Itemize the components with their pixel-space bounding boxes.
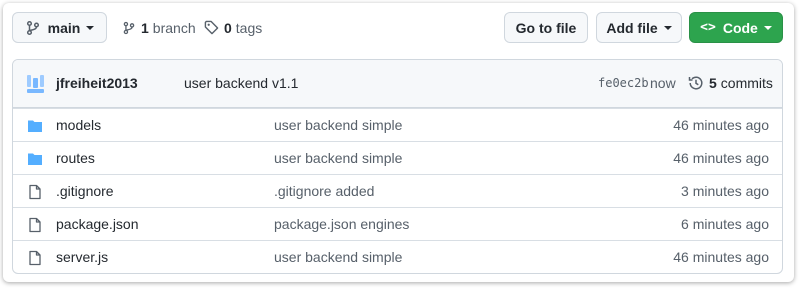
commit-time: now xyxy=(650,75,676,91)
file-commit-message[interactable]: user backend simple xyxy=(274,117,402,133)
file-age: 46 minutes ago xyxy=(673,150,769,166)
file-row[interactable]: models user backend simple 46 minutes ag… xyxy=(13,108,782,141)
code-icon: <> xyxy=(700,20,716,35)
file-age: 46 minutes ago xyxy=(673,249,769,265)
chevron-down-icon xyxy=(763,25,772,30)
code-label: Code xyxy=(722,19,758,36)
branch-count: 1 xyxy=(141,19,149,36)
tags-link[interactable]: 0 tags xyxy=(204,12,262,43)
file-list-box: jfreiheit2013 user backend v1.1 fe0ec2b … xyxy=(12,59,783,274)
go-to-file-label: Go to file xyxy=(515,19,577,36)
file-row[interactable]: routes user backend simple 46 minutes ag… xyxy=(13,141,782,174)
file-age: 6 minutes ago xyxy=(681,216,769,232)
chevron-down-icon xyxy=(663,25,672,30)
commits-link[interactable]: 5 commits xyxy=(688,75,773,91)
add-file-button[interactable]: Add file xyxy=(596,12,682,43)
history-icon xyxy=(688,76,703,90)
latest-commit-bar: jfreiheit2013 user backend v1.1 fe0ec2b … xyxy=(13,60,782,108)
file-icon xyxy=(29,250,41,266)
branches-link[interactable]: 1 branch xyxy=(122,12,196,43)
commit-count: 5 xyxy=(709,75,717,91)
file-commit-message[interactable]: user backend simple xyxy=(274,249,402,265)
branch-name: main xyxy=(47,19,81,36)
commit-author[interactable]: jfreiheit2013 xyxy=(56,75,138,91)
tag-word: tags xyxy=(235,19,263,36)
repo-toolbar: main 1 branch 0 tags Go to file Add file… xyxy=(9,12,783,45)
add-file-label: Add file xyxy=(606,19,658,36)
file-name[interactable]: server.js xyxy=(56,249,108,265)
commit-word: commits xyxy=(720,75,773,91)
file-icon xyxy=(29,184,41,200)
chevron-down-icon xyxy=(86,25,95,30)
folder-icon xyxy=(28,153,42,165)
avatar[interactable] xyxy=(26,74,46,94)
file-row[interactable]: server.js user backend simple 46 minutes… xyxy=(13,240,782,273)
repo-file-browser: main 1 branch 0 tags Go to file Add file… xyxy=(3,3,794,282)
branch-word: branch xyxy=(152,19,196,36)
git-branch-icon xyxy=(26,20,39,35)
branch-selector-button[interactable]: main xyxy=(12,12,107,43)
file-icon xyxy=(29,217,41,233)
folder-icon xyxy=(28,120,42,132)
file-commit-message[interactable]: user backend simple xyxy=(274,150,402,166)
file-name[interactable]: package.json xyxy=(56,216,139,232)
git-branch-icon xyxy=(123,21,135,34)
file-row[interactable]: .gitignore .gitignore added 3 minutes ag… xyxy=(13,174,782,207)
file-age: 3 minutes ago xyxy=(681,183,769,199)
tag-count: 0 xyxy=(224,19,232,36)
code-button[interactable]: <> Code xyxy=(689,12,783,43)
file-name[interactable]: routes xyxy=(56,150,95,166)
file-commit-message[interactable]: .gitignore added xyxy=(274,183,374,199)
file-name[interactable]: models xyxy=(56,117,101,133)
file-row[interactable]: package.json package.json engines 6 minu… xyxy=(13,207,782,240)
file-name[interactable]: .gitignore xyxy=(56,183,114,199)
commit-hash[interactable]: fe0ec2b xyxy=(598,76,649,90)
commit-message[interactable]: user backend v1.1 xyxy=(184,75,298,91)
file-commit-message[interactable]: package.json engines xyxy=(274,216,409,232)
file-age: 46 minutes ago xyxy=(673,117,769,133)
go-to-file-button[interactable]: Go to file xyxy=(504,12,588,43)
tag-icon xyxy=(204,20,219,35)
